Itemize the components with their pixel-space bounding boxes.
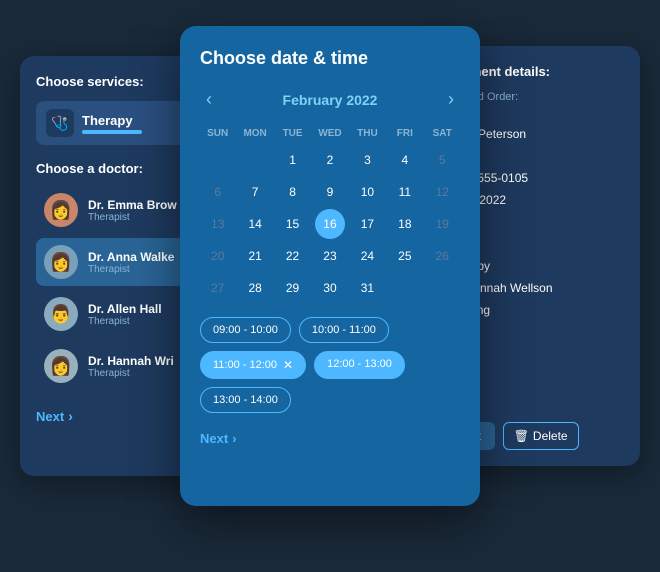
service-icon: 🩺 <box>46 109 74 137</box>
time-slot[interactable]: 13:00 - 14:00 <box>200 387 291 413</box>
calendar-day[interactable]: 26 <box>427 241 457 271</box>
day-header-fri: FRI <box>387 124 422 143</box>
calendar-day[interactable]: 15 <box>278 209 308 239</box>
calendar-day <box>203 145 233 175</box>
calendar-day[interactable]: 22 <box>278 241 308 271</box>
calendar-day[interactable]: 21 <box>240 241 270 271</box>
day-header-thu: THU <box>350 124 385 143</box>
calendar-day[interactable]: 4 <box>390 145 420 175</box>
calendar-day[interactable]: 13 <box>203 209 233 239</box>
chevron-right-icon: › <box>68 408 73 424</box>
calendar-day[interactable]: 9 <box>315 177 345 207</box>
calendar-day[interactable]: 18 <box>390 209 420 239</box>
trash-icon: 🗑 <box>514 429 529 443</box>
calendar-day[interactable]: 10 <box>352 177 382 207</box>
calendar-day[interactable]: 3 <box>352 145 382 175</box>
calendar-day[interactable]: 25 <box>390 241 420 271</box>
calendar-day[interactable]: 27 <box>203 273 233 303</box>
scene: Choose services: 🩺 Therapy Choose a doct… <box>20 26 640 546</box>
calendar-day[interactable]: 29 <box>278 273 308 303</box>
calendar-day[interactable]: 17 <box>352 209 382 239</box>
chevron-right-icon: › <box>232 431 236 446</box>
avatar: 👨 <box>44 297 78 331</box>
calendar-day[interactable]: 12 <box>427 177 457 207</box>
doctor-role: Therapist <box>88 212 177 223</box>
doctor-name: Dr. Anna Walke <box>88 250 174 264</box>
doctor-name: Dr. Hannah Wri <box>88 354 174 368</box>
doctor-name: Dr. Emma Brow <box>88 198 177 212</box>
date-picker-title: Choose date & time <box>200 48 460 69</box>
calendar-day[interactable]: 19 <box>427 209 457 239</box>
calendar-day <box>240 145 270 175</box>
service-bar <box>82 130 142 134</box>
calendar-day[interactable]: 20 <box>203 241 233 271</box>
doctor-info: Dr. Allen Hall Therapist <box>88 302 162 327</box>
doctor-info: Dr. Hannah Wri Therapist <box>88 354 174 379</box>
calendar-day[interactable]: 23 <box>315 241 345 271</box>
next-month-button[interactable]: › <box>442 87 460 112</box>
doctor-role: Therapist <box>88 264 174 275</box>
calendar-day <box>427 273 457 303</box>
next-button-left[interactable]: Next › <box>36 408 73 424</box>
calendar-day[interactable]: 1 <box>278 145 308 175</box>
calendar-day[interactable]: 24 <box>352 241 382 271</box>
time-slot[interactable]: 10:00 - 11:00 <box>299 317 389 343</box>
calendar-day[interactable]: 28 <box>240 273 270 303</box>
time-slot[interactable]: 09:00 - 10:00 <box>200 317 291 343</box>
time-slot-selected[interactable]: 11:00 - 12:00 ✕ <box>200 351 306 379</box>
avatar: 👩 <box>44 349 78 383</box>
calendar-day[interactable]: 31 <box>352 273 382 303</box>
avatar: 👩 <box>44 245 78 279</box>
calendar-day[interactable]: 30 <box>315 273 345 303</box>
calendar-day-selected[interactable]: 16 <box>315 209 345 239</box>
calendar-day <box>390 273 420 303</box>
time-slot-selected[interactable]: 12:00 - 13:00 <box>314 351 405 379</box>
calendar-day[interactable]: 11 <box>390 177 420 207</box>
doctor-info: Dr. Emma Brow Therapist <box>88 198 177 223</box>
day-header-sat: SAT <box>425 124 460 143</box>
calendar-day[interactable]: 7 <box>240 177 270 207</box>
calendar-day[interactable]: 5 <box>427 145 457 175</box>
doctor-name: Dr. Allen Hall <box>88 302 162 316</box>
calendar-day[interactable]: 2 <box>315 145 345 175</box>
day-header-mon: MON <box>237 124 272 143</box>
close-icon[interactable]: ✕ <box>283 358 293 372</box>
day-header-wed: WED <box>312 124 347 143</box>
day-header-sun: SUN <box>200 124 235 143</box>
time-slots: 09:00 - 10:00 10:00 - 11:00 11:00 - 12:0… <box>200 317 460 413</box>
day-header-tue: TUE <box>275 124 310 143</box>
doctor-info: Dr. Anna Walke Therapist <box>88 250 174 275</box>
avatar: 👩 <box>44 193 78 227</box>
calendar-month: February 2022 <box>283 92 378 108</box>
calendar-day[interactable]: 8 <box>278 177 308 207</box>
prev-month-button[interactable]: ‹ <box>200 87 218 112</box>
doctor-role: Therapist <box>88 368 174 379</box>
next-button-center[interactable]: Next › <box>200 431 237 446</box>
calendar-grid: SUN MON TUE WED THU FRI SAT 1 2 3 4 5 6 … <box>200 124 460 303</box>
card-date-picker: Choose date & time ‹ February 2022 › SUN… <box>180 26 480 506</box>
calendar-nav: ‹ February 2022 › <box>200 87 460 112</box>
doctor-role: Therapist <box>88 316 162 327</box>
calendar-day[interactable]: 6 <box>203 177 233 207</box>
calendar-day[interactable]: 14 <box>240 209 270 239</box>
service-name: Therapy <box>82 113 142 128</box>
delete-button[interactable]: 🗑 Delete <box>503 422 579 450</box>
